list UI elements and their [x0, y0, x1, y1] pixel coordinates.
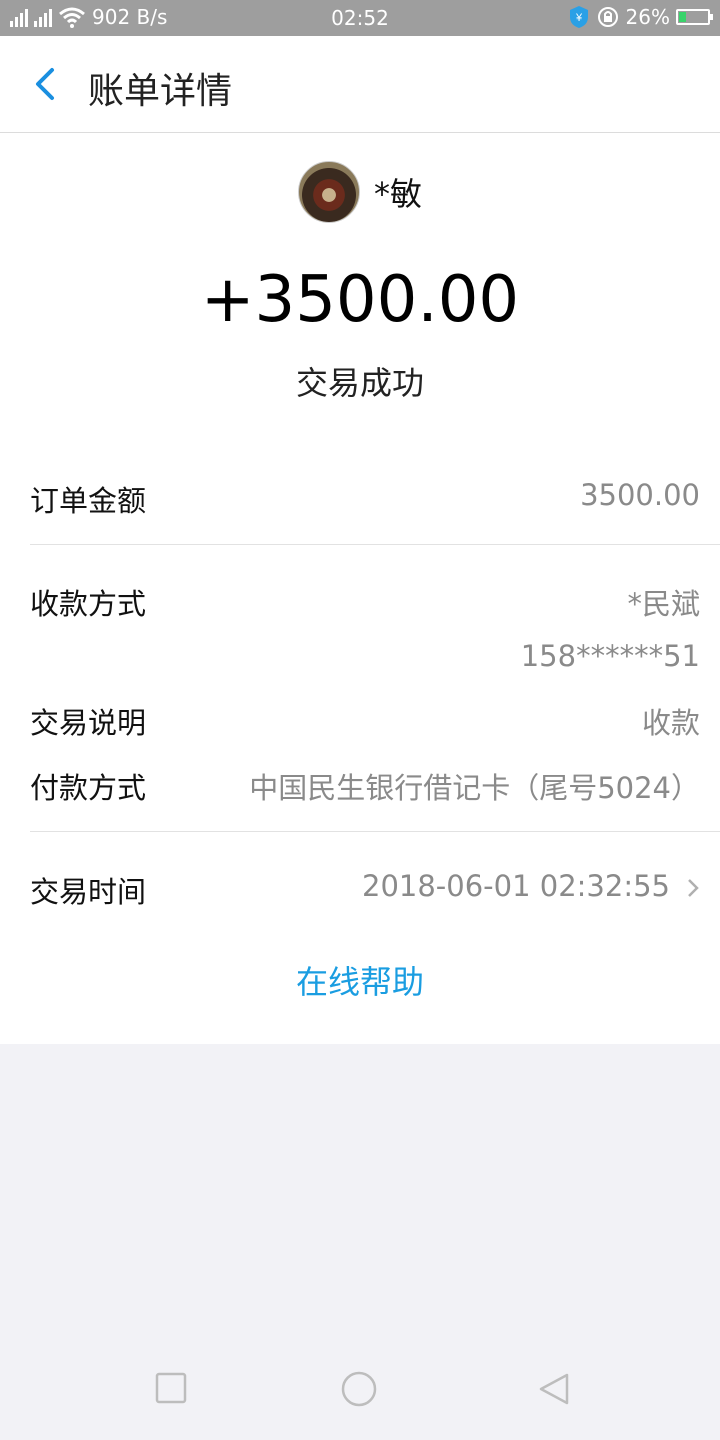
time-label: 交易时间 — [30, 875, 147, 909]
payer: *敏 — [0, 161, 720, 223]
amount: +3500.00 — [200, 263, 520, 337]
battery-percent: 26% — [625, 5, 670, 29]
back-icon[interactable] — [537, 1372, 571, 1406]
transaction-status: 交易成功 — [295, 364, 424, 402]
shield-icon: ¥ — [569, 6, 588, 28]
description-label: 交易说明 — [30, 706, 147, 740]
pay-method-value: 中国民生银行借记卡（尾号5024） — [249, 771, 700, 805]
chevron-left-icon[interactable] — [30, 66, 60, 102]
header: 账单详情 — [0, 36, 720, 133]
time-value: 2018-06-01 02:32:55 — [362, 869, 670, 903]
rotation-lock-icon — [597, 7, 618, 27]
bill-detail-card: *敏 +3500.00 交易成功 订单金额 3500.00 收款方式 *民斌 1… — [0, 133, 720, 1044]
online-help-link[interactable]: 在线帮助 — [0, 957, 720, 1003]
receive-method-label: 收款方式 — [30, 587, 147, 621]
navigation-bar — [0, 1340, 720, 1440]
divider — [30, 831, 720, 832]
row-transaction-time[interactable]: 交易时间 2018-06-01 02:32:55 — [30, 869, 700, 909]
receive-method-phone: 158******51 — [520, 639, 700, 673]
svg-text:¥: ¥ — [574, 12, 582, 24]
order-amount-label: 订单金额 — [30, 484, 147, 518]
payer-name: *敏 — [373, 175, 422, 213]
pay-method-label: 付款方式 — [30, 771, 147, 805]
avatar[interactable] — [297, 161, 360, 223]
receive-method-name: *民斌 — [627, 587, 700, 621]
home-icon[interactable] — [340, 1370, 378, 1408]
status-bar: 902 B/s 02:52 ¥ 26% — [0, 0, 720, 36]
description-value: 收款 — [641, 706, 700, 740]
order-amount-value: 3500.00 — [580, 478, 700, 512]
chevron-right-icon — [688, 879, 699, 897]
battery-icon — [676, 9, 713, 25]
recent-apps-icon[interactable] — [155, 1372, 187, 1404]
status-right: ¥ 26% — [568, 5, 713, 29]
divider — [30, 544, 720, 545]
page-title: 账单详情 — [88, 71, 233, 112]
